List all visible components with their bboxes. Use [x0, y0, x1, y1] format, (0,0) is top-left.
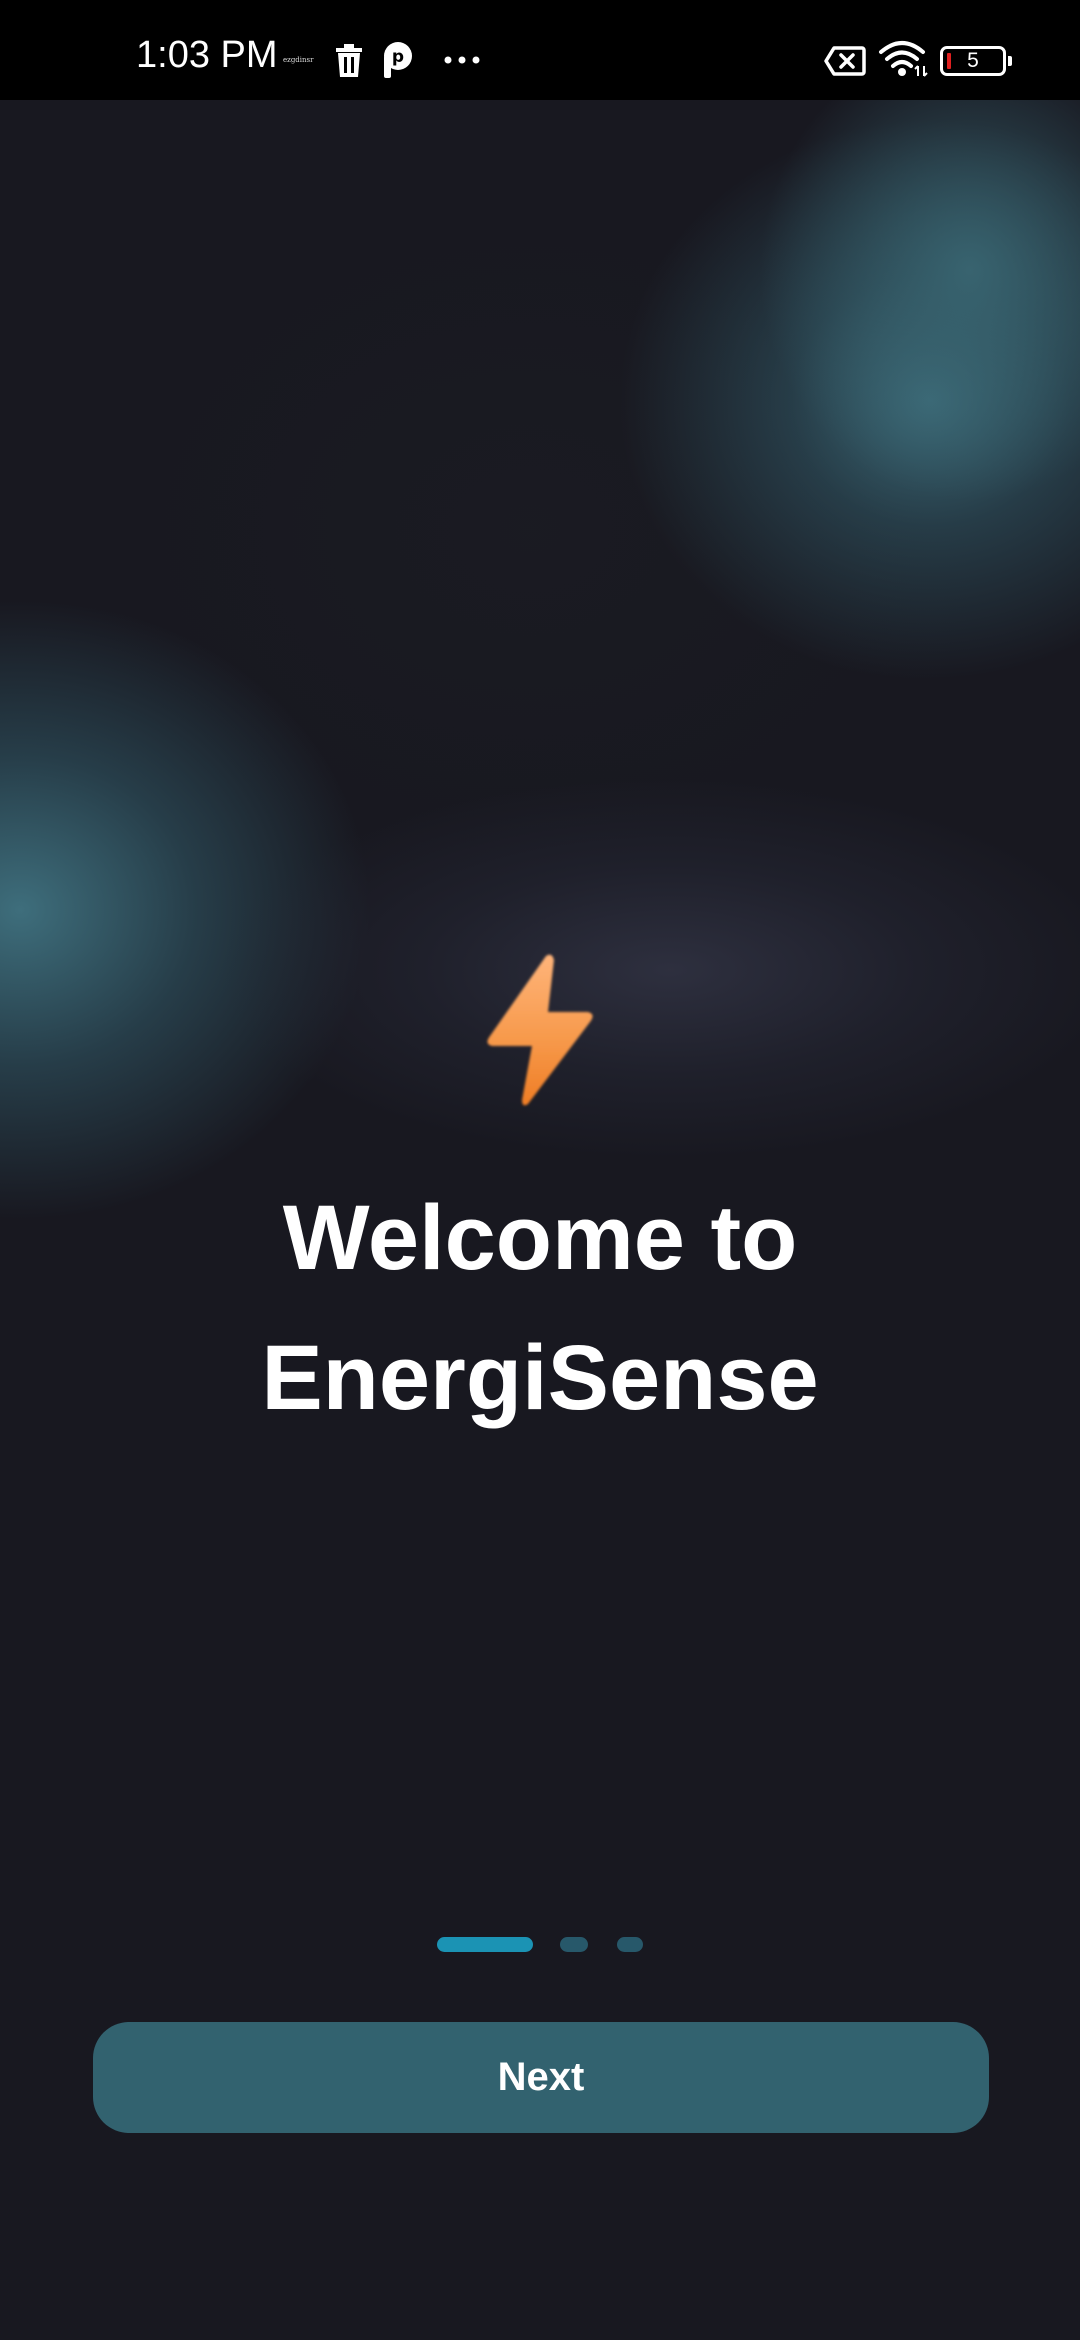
- welcome-title-line2: EnergiSense: [261, 1327, 819, 1429]
- status-notification-label: ezgdinsr: [283, 56, 314, 64]
- lightning-bolt-icon: [487, 954, 593, 1106]
- page-indicator: [0, 1937, 1080, 1953]
- onboarding-content: Welcome to EnergiSense Next: [0, 0, 1080, 2340]
- onboarding-screen: 1:03 PM ezgdinsr p 5 Welcome to EnergiSe…: [0, 0, 1080, 2340]
- page-indicator-dot: [617, 1937, 643, 1952]
- wifi-icon: [879, 41, 928, 77]
- page-indicator-dot: [560, 1937, 588, 1952]
- next-button[interactable]: Next: [93, 2022, 989, 2133]
- p-icon: p: [384, 42, 412, 78]
- svg-text:p: p: [392, 47, 404, 67]
- status-bar: 1:03 PM ezgdinsr p 5: [0, 0, 1080, 100]
- welcome-title: Welcome to EnergiSense: [90, 1168, 990, 1448]
- no-sim-icon: [824, 46, 866, 76]
- page-indicator-dot-active: [437, 1937, 533, 1952]
- battery-icon: 5: [940, 46, 1012, 76]
- more-dots-icon: [444, 56, 480, 64]
- welcome-title-line1: Welcome to: [282, 1187, 798, 1289]
- battery-level: 5: [967, 49, 979, 72]
- trash-icon: [336, 44, 362, 77]
- status-time: 1:03 PM: [136, 34, 278, 76]
